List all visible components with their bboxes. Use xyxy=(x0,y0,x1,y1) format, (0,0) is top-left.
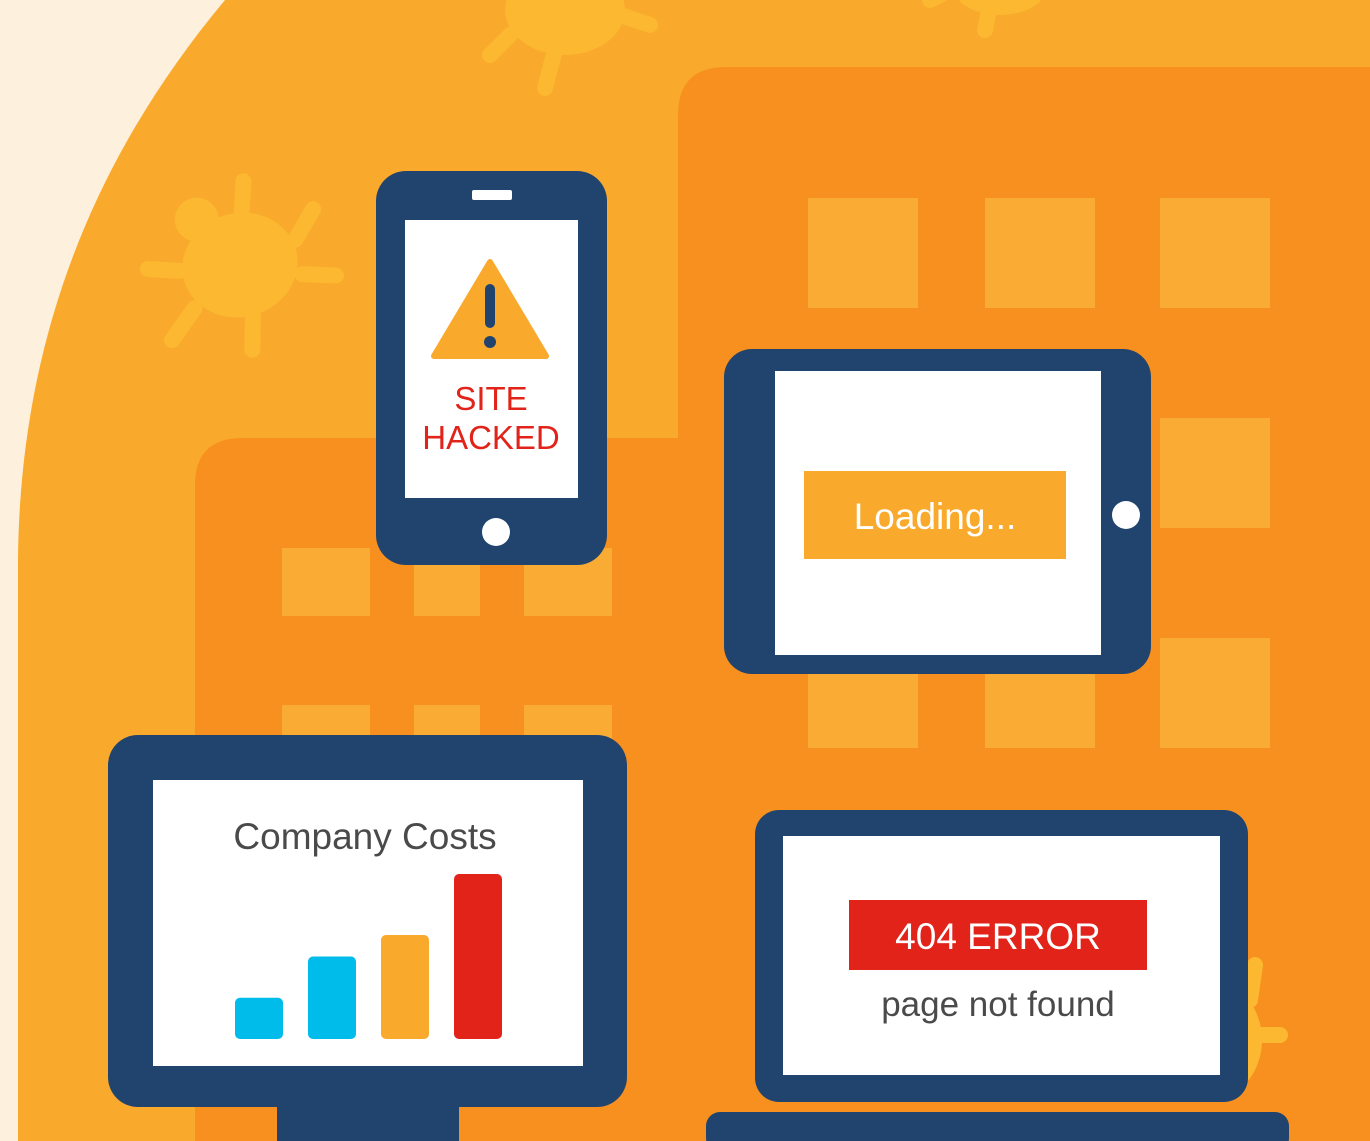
laptop-base xyxy=(706,1112,1289,1141)
cost-bar xyxy=(454,874,502,1039)
tablet-home-button xyxy=(1112,501,1140,529)
phone-speaker xyxy=(472,190,512,200)
loading-text: Loading... xyxy=(854,496,1017,537)
tablet: Loading... xyxy=(724,349,1151,674)
security-illustration: SITE HACKED Loading... Company Costs 404… xyxy=(18,0,1370,1141)
laptop: 404 ERROR page not found xyxy=(706,810,1289,1141)
smartphone: SITE HACKED xyxy=(376,171,607,565)
error-message: page not found xyxy=(881,985,1115,1024)
phone-alert-line1: SITE xyxy=(454,380,527,417)
phone-home-button xyxy=(482,518,510,546)
cost-bar xyxy=(308,956,356,1039)
cost-bar xyxy=(235,997,283,1039)
desktop-monitor: Company Costs xyxy=(108,735,627,1141)
chart-title: Company Costs xyxy=(233,816,496,857)
phone-alert-line2: HACKED xyxy=(422,419,560,456)
error-code: 404 ERROR xyxy=(895,916,1101,957)
cost-bar xyxy=(381,935,429,1039)
